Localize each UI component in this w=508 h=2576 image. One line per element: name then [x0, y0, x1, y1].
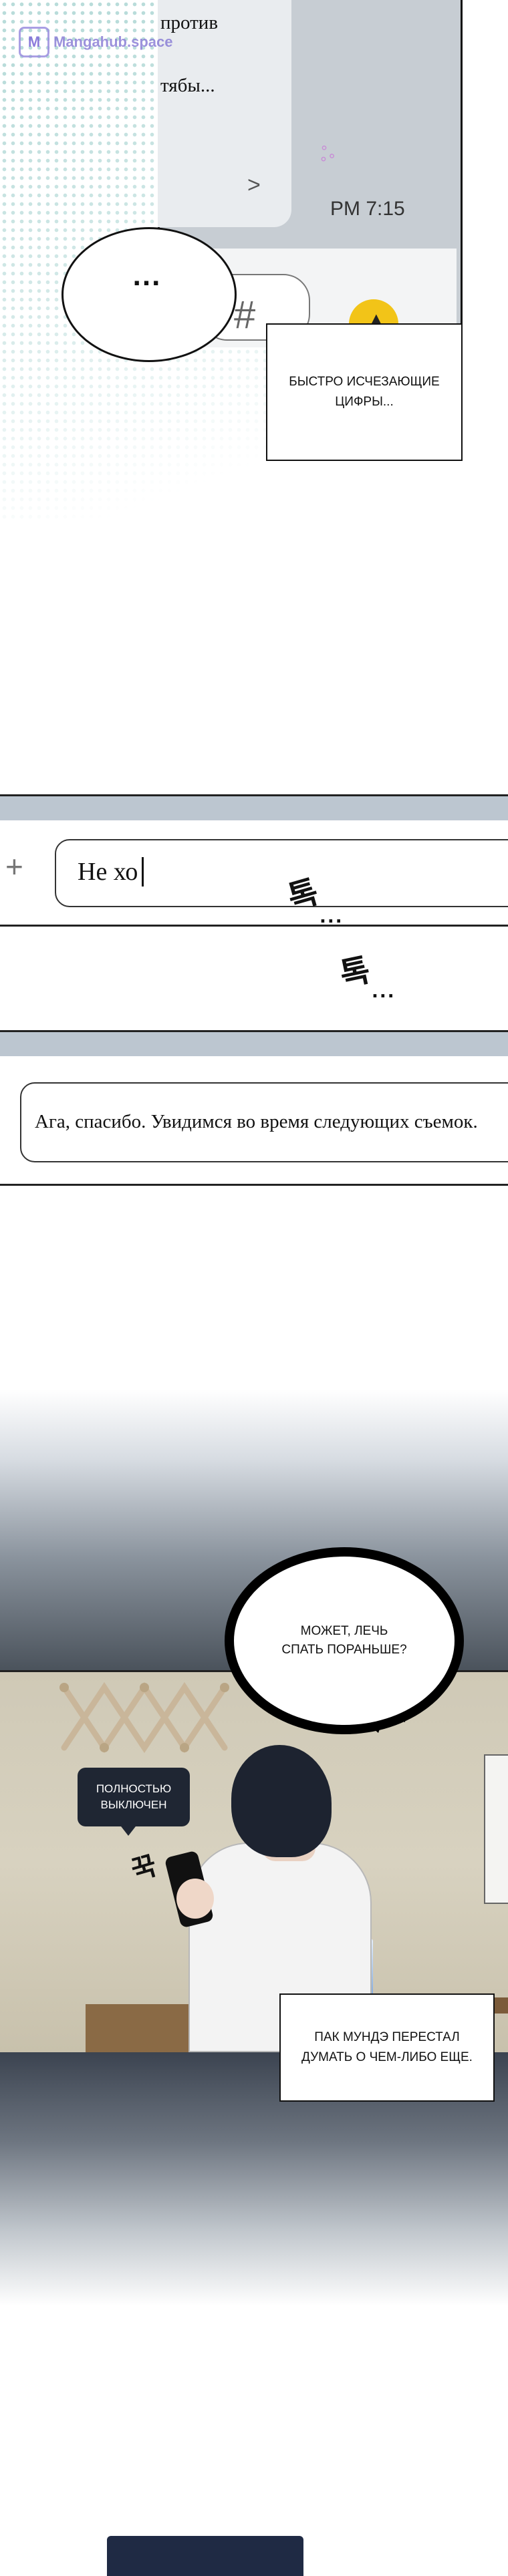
- chat-strip: [0, 796, 508, 820]
- phone-status-tag: ПОЛНОСТЬЮ ВЫКЛЮЧЕН: [78, 1768, 190, 1826]
- hand: [176, 1879, 214, 1919]
- chevron-right-icon[interactable]: >: [247, 172, 261, 198]
- wall-rack: [59, 1681, 229, 1754]
- caption-box: ПАК МУНДЭ ПЕРЕСТАЛ ДУМАТЬ О ЧЕМ-ЛИБО ЕЩЕ…: [279, 1993, 495, 2102]
- next-panel-edge: [107, 2536, 303, 2576]
- received-message-bubble: [158, 0, 291, 227]
- plus-icon[interactable]: +: [5, 848, 23, 884]
- text-caret: [142, 857, 144, 887]
- sent-message-text: Ага, спасибо. Увидимся во время следующи…: [35, 1111, 478, 1132]
- phone-status-text: ПОЛНОСТЬЮ ВЫКЛЮЧЕН: [96, 1782, 172, 1811]
- speech-text: ...: [132, 259, 162, 292]
- watermark: M Mangahub.space: [19, 27, 172, 57]
- person-head: [231, 1745, 332, 1857]
- watermark-logo-icon: M: [19, 27, 49, 57]
- thought-bubble: МОЖЕТ, ЛЕЧЬ СПАТЬ ПОРАНЬШЕ?: [234, 1557, 455, 1725]
- caption-box: БЫСТРО ИСЧЕЗАЮЩИЕ ЦИФРЫ...: [266, 323, 463, 461]
- caption-text: БЫСТРО ИСЧЕЗАЮЩИЕ ЦИФРЫ...: [289, 375, 440, 409]
- chat-strip: [0, 1032, 508, 1056]
- panel-border: [0, 925, 508, 927]
- tap-sfx-dots: ...: [320, 907, 344, 927]
- tap-sfx: 톡: [336, 951, 374, 994]
- hashtag-icon[interactable]: #: [234, 293, 255, 337]
- message-line-2: тябы...: [160, 75, 215, 96]
- panel-border: [0, 1184, 508, 1186]
- input-text: Не хо: [78, 858, 138, 886]
- watermark-text: Mangahub.space: [53, 33, 173, 50]
- tap-sfx-dots: ...: [372, 982, 396, 1002]
- caption-text: ПАК МУНДЭ ПЕРЕСТАЛ ДУМАТЬ О ЧЕМ-ЛИБО ЕЩЕ…: [301, 2030, 473, 2064]
- panel-border: [0, 794, 508, 796]
- wall-calendar: [484, 1754, 508, 1904]
- cabinet: [86, 2004, 199, 2052]
- speech-bubble: [61, 227, 237, 362]
- thought-text: МОЖЕТ, ЛЕЧЬ СПАТЬ ПОРАНЬШЕ?: [281, 1624, 407, 1657]
- tag-tail: [119, 1824, 138, 1836]
- message-time: PM 7:15: [330, 198, 405, 220]
